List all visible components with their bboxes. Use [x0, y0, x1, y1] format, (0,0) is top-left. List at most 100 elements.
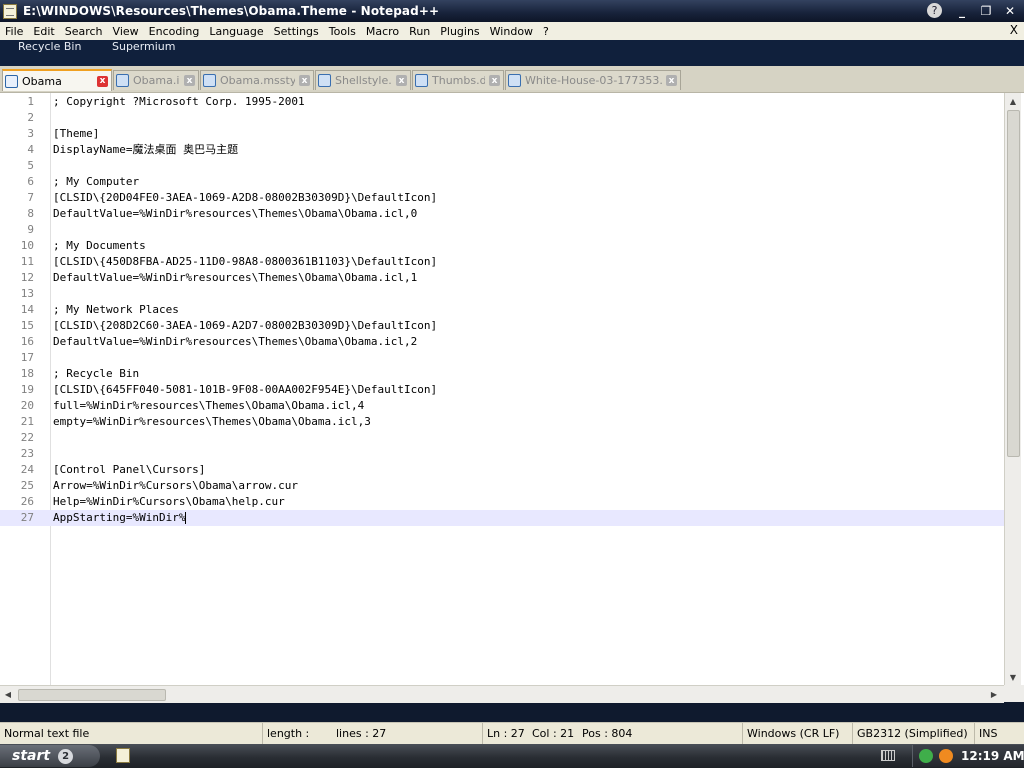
tab-close-icon[interactable]: x	[396, 75, 407, 86]
editor-line[interactable]: 25 Arrow=%WinDir%Cursors\Obama\arrow.cur	[0, 478, 1004, 494]
tab-close-icon[interactable]: x	[97, 75, 108, 87]
vertical-scroll-thumb[interactable]	[1007, 110, 1020, 457]
editor-line[interactable]: 22	[0, 430, 1004, 446]
editor-line[interactable]: 13	[0, 286, 1004, 302]
notepad-taskbar-icon[interactable]	[116, 748, 130, 763]
menu-plugins[interactable]: Plugins	[435, 25, 484, 38]
editor-line[interactable]: 6 ; My Computer	[0, 174, 1004, 190]
menu-tools[interactable]: Tools	[324, 25, 361, 38]
menu-window[interactable]: Window	[485, 25, 538, 38]
desktop-label-supermium[interactable]: Supermium	[112, 40, 176, 53]
tab-thumbs-db[interactable]: Thumbs.db x	[412, 70, 504, 90]
editor-line[interactable]: 2	[0, 110, 1004, 126]
menu-encoding[interactable]: Encoding	[144, 25, 205, 38]
clock[interactable]: 12:19 AM	[961, 749, 1024, 763]
editor-line[interactable]: 17	[0, 350, 1004, 366]
line-text: full=%WinDir%resources\Themes\Obama\Obam…	[53, 399, 365, 412]
tab-close-icon[interactable]: x	[299, 75, 310, 86]
document-icon	[203, 74, 216, 87]
tab-label: Shellstyle.dll	[335, 74, 392, 87]
menu-run[interactable]: Run	[404, 25, 435, 38]
scroll-down-icon[interactable]: ▼	[1005, 669, 1021, 685]
line-text: DefaultValue=%WinDir%resources\Themes\Ob…	[53, 335, 418, 348]
editor-line[interactable]: 18 ; Recycle Bin	[0, 366, 1004, 382]
status-encoding[interactable]: GB2312 (Simplified)	[852, 723, 974, 744]
document-icon	[508, 74, 521, 87]
menu-help[interactable]: ?	[538, 25, 554, 38]
editor-line[interactable]: 19 [CLSID\{645FF040-5081-101B-9F08-00AA00…	[0, 382, 1004, 398]
search-tray-icon[interactable]	[939, 749, 953, 763]
line-number: 13	[20, 287, 34, 300]
restore-button[interactable]: ❐	[976, 2, 996, 19]
minimize-button[interactable]: _	[952, 2, 972, 19]
line-number: 26	[20, 495, 34, 508]
line-number: 23	[20, 447, 34, 460]
editor-line[interactable]: 8 DefaultValue=%WinDir%resources\Themes\O…	[0, 206, 1004, 222]
network-tray-icon[interactable]	[919, 749, 933, 763]
editor-line[interactable]: 23	[0, 446, 1004, 462]
editor-line[interactable]: 10 ; My Documents	[0, 238, 1004, 254]
horizontal-scroll-thumb[interactable]	[18, 689, 166, 701]
scrollbar-corner	[1004, 685, 1024, 702]
editor-line[interactable]: 20 full=%WinDir%resources\Themes\Obama\Ob…	[0, 398, 1004, 414]
editor-line[interactable]: 1 ; Copyright ?Microsoft Corp. 1995-2001	[0, 94, 1004, 110]
help-button[interactable]: ?	[927, 3, 942, 18]
tab-close-icon[interactable]: x	[489, 75, 500, 86]
menu-settings[interactable]: Settings	[269, 25, 324, 38]
close-button[interactable]: ✕	[1000, 2, 1020, 19]
tab-white-house-jpeg[interactable]: White-House-03-177353.jpeg x	[505, 70, 681, 90]
status-bar: Normal text file length : 803 lines : 27…	[0, 722, 1024, 761]
menu-view[interactable]: View	[108, 25, 144, 38]
vertical-scrollbar[interactable]: ▲ ▼	[1004, 93, 1021, 685]
editor-line[interactable]: 7 [CLSID\{20D04FE0-3AEA-1069-A2D8-08002B3…	[0, 190, 1004, 206]
start-button[interactable]: start 2	[0, 745, 100, 767]
line-text: Arrow=%WinDir%Cursors\Obama\arrow.cur	[53, 479, 299, 492]
status-insert-mode[interactable]: INS	[974, 723, 1024, 744]
line-number: 4	[27, 143, 34, 156]
desktop-label-recycle-bin[interactable]: Recycle Bin	[18, 40, 81, 53]
line-text: AppStarting=%WinDir%	[53, 511, 186, 524]
editor-line[interactable]: 26 Help=%WinDir%Cursors\Obama\help.cur	[0, 494, 1004, 510]
line-number: 21	[20, 415, 34, 428]
line-text: [CLSID\{450D8FBA-AD25-11D0-98A8-0800361B…	[53, 255, 438, 268]
tab-close-icon[interactable]: x	[184, 75, 195, 86]
scroll-up-icon[interactable]: ▲	[1005, 93, 1021, 109]
tab-shellstyle-dll[interactable]: Shellstyle.dll x	[315, 70, 411, 90]
tab-bar: Obama x Obama.icl x Obama.msstyles x She…	[0, 66, 1024, 93]
editor-line[interactable]: 4 DisplayName=魔法桌面 奥巴马主题	[0, 142, 1004, 158]
close-document-button[interactable]: X	[1010, 23, 1018, 37]
menu-search[interactable]: Search	[60, 25, 108, 38]
editor-line[interactable]: 16 DefaultValue=%WinDir%resources\Themes\…	[0, 334, 1004, 350]
editor-line[interactable]: 24 [Control Panel\Cursors]	[0, 462, 1004, 478]
status-eol[interactable]: Windows (CR LF)	[742, 723, 852, 744]
start-orb-icon: 2	[58, 748, 74, 764]
menu-file[interactable]: File	[0, 25, 28, 38]
tab-label: Thumbs.db	[432, 74, 485, 87]
editor-line[interactable]: 21 empty=%WinDir%resources\Themes\Obama\O…	[0, 414, 1004, 430]
status-ln: Ln : 27	[482, 723, 528, 744]
tab-obama[interactable]: Obama x	[2, 69, 112, 91]
tab-close-icon[interactable]: x	[666, 75, 677, 86]
editor-line[interactable]: 15 [CLSID\{208D2C60-3AEA-1069-A2D7-08002B…	[0, 318, 1004, 334]
editor-line[interactable]: 27 AppStarting=%WinDir%	[0, 510, 1004, 526]
editor[interactable]: 1 ; Copyright ?Microsoft Corp. 1995-2001 2…	[0, 93, 1024, 703]
line-number: 6	[27, 175, 34, 188]
tab-obama-msstyles[interactable]: Obama.msstyles x	[200, 70, 314, 90]
editor-line[interactable]: 5	[0, 158, 1004, 174]
menu-language[interactable]: Language	[204, 25, 268, 38]
editor-line[interactable]: 14 ; My Network Places	[0, 302, 1004, 318]
editor-line[interactable]: 9	[0, 222, 1004, 238]
scroll-left-icon[interactable]: ◀	[0, 686, 16, 702]
editor-line[interactable]: 11 [CLSID\{450D8FBA-AD25-11D0-98A8-080036…	[0, 254, 1004, 270]
tab-obama-icl[interactable]: Obama.icl x	[113, 70, 199, 90]
horizontal-scrollbar[interactable]: ◀ ▶	[0, 685, 1004, 703]
editor-line[interactable]: 3 [Theme]	[0, 126, 1004, 142]
menu-edit[interactable]: Edit	[28, 25, 59, 38]
scroll-right-icon[interactable]: ▶	[986, 686, 1002, 702]
editor-line[interactable]: 12 DefaultValue=%WinDir%resources\Themes\…	[0, 270, 1004, 286]
keyboard-icon[interactable]	[881, 750, 895, 761]
menu-bar: File Edit Search View Encoding Language …	[0, 22, 1024, 40]
menu-macro[interactable]: Macro	[361, 25, 404, 38]
status-file-type: Normal text file	[4, 727, 90, 740]
line-number: 8	[27, 207, 34, 220]
